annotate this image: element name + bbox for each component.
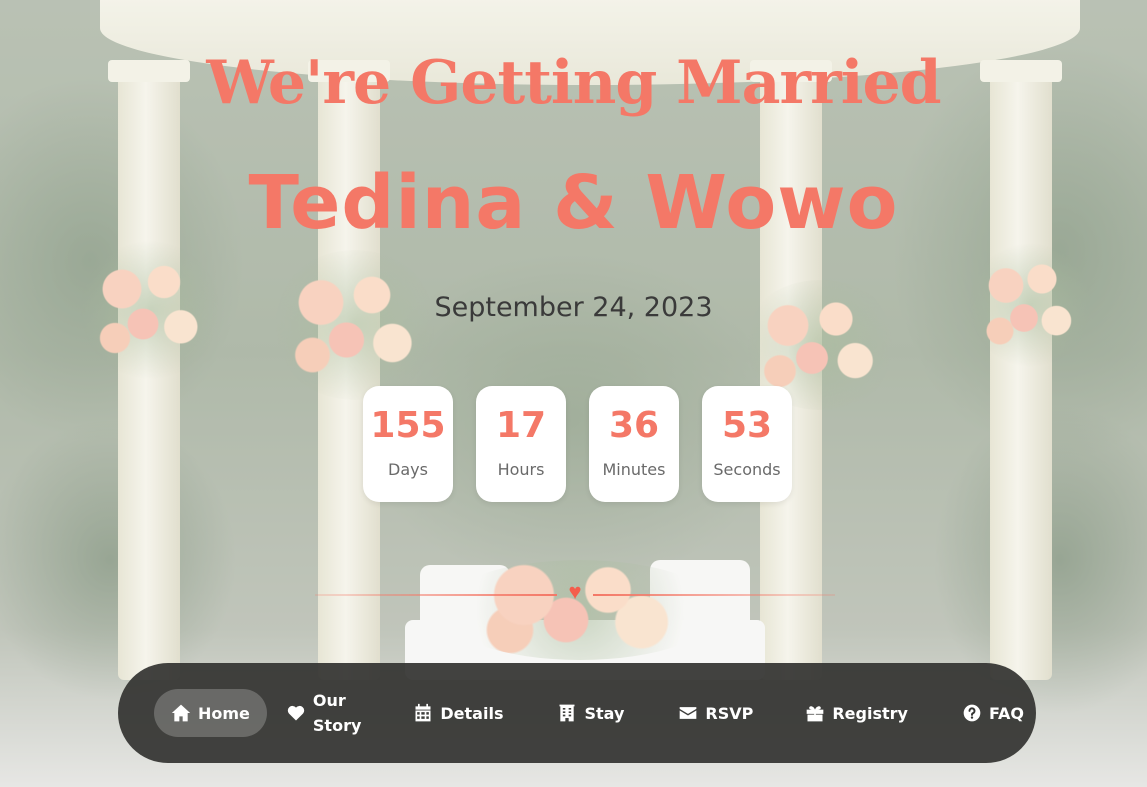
countdown-value: 53 [721,405,773,446]
nav-item-label: FAQ [988,703,1025,723]
nav-item-label: Our Story [312,691,362,735]
envelope-icon [680,707,697,719]
nav-item-registry[interactable]: Registry [788,689,925,737]
countdown-timer: 155 Days 17 Hours 36 Minutes 53 Seconds [363,386,792,502]
countdown-label: Hours [497,460,545,479]
wedding-date: September 24, 2023 [434,292,713,323]
couple-names: Tedina & Wowo [248,160,899,246]
heart-divider: ♥ [315,579,835,607]
nav-item-label: Details [440,703,504,723]
nav-item-rsvp[interactable]: RSVP [661,689,770,737]
nav-item-label: RSVP [705,703,754,723]
gift-icon [806,706,824,722]
question-circle-icon [963,704,981,722]
countdown-label: Seconds [713,460,781,479]
countdown-seconds: 53 Seconds [702,386,792,502]
heart-icon [287,705,305,721]
calendar-icon [415,703,431,722]
countdown-label: Days [388,460,428,479]
hero-heading: We're Getting Married [206,48,941,118]
divider-line [315,594,557,596]
nav-item-our-story[interactable]: Our Story [269,689,378,737]
countdown-value: 36 [608,405,660,446]
countdown-minutes: 36 Minutes [589,386,679,502]
home-icon [171,704,191,722]
countdown-hours: 17 Hours [476,386,566,502]
countdown-days: 155 Days [363,386,453,502]
countdown-value: 17 [495,405,547,446]
nav-item-stay[interactable]: Stay [510,675,661,753]
nav-item-label: Stay [584,703,625,723]
heart-icon: ♥ [568,579,582,604]
nav-item-faq[interactable]: FAQ [945,689,1041,737]
nav-item-details[interactable]: Details [396,689,520,737]
countdown-label: Minutes [602,460,666,479]
nav-item-home[interactable]: Home [154,689,267,737]
hotel-icon [559,704,575,722]
nav-item-label: Home [198,703,250,723]
countdown-value: 155 [370,405,446,446]
bottom-navbar: Home Our Story Details Stay RSVP Registr… [118,663,1036,763]
nav-item-label: Registry [832,703,908,723]
divider-line [593,594,835,596]
